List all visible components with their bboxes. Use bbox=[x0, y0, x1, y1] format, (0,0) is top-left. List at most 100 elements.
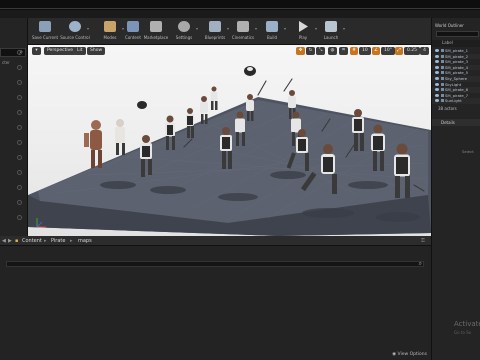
rotation-snap-value[interactable]: 10° bbox=[381, 47, 395, 55]
content-browser: ◀ ▶ ▪ Content ▸ Pirate ▸ maps ⚿ ⌕ ◉ View… bbox=[0, 236, 431, 360]
rotate-mode-icon[interactable]: ↻ bbox=[306, 47, 315, 55]
visibility-icon[interactable] bbox=[435, 60, 439, 64]
show-button[interactable]: Show bbox=[87, 47, 106, 55]
main-toolbar: Save Current Source Control ▾ Modes ▾ Co… bbox=[28, 18, 431, 45]
placeholder-dot-icon bbox=[17, 95, 22, 100]
settings-button[interactable]: Settings ▾ bbox=[169, 20, 199, 44]
play-label: Play bbox=[298, 35, 308, 40]
outliner-column-header: Label bbox=[432, 40, 480, 47]
placeholder-dot-icon bbox=[17, 170, 22, 175]
label-column[interactable]: Label bbox=[442, 40, 453, 45]
static-mesh-icon bbox=[441, 49, 444, 52]
eye-icon: ◉ bbox=[392, 352, 397, 357]
static-mesh-icon bbox=[441, 54, 444, 58]
scene-render bbox=[28, 66, 431, 236]
viewport-options-button[interactable]: ▾ bbox=[32, 47, 41, 55]
marketplace-button[interactable]: Marketplace bbox=[141, 20, 171, 44]
static-mesh-icon bbox=[441, 71, 444, 75]
outliner-search-input[interactable] bbox=[436, 31, 479, 37]
build-icon bbox=[266, 21, 278, 32]
scale-snap-icon[interactable]: ⤢ bbox=[395, 47, 403, 55]
content-browser-path-bar: ◀ ▶ ▪ Content ▸ Pirate ▸ maps ⚿ bbox=[0, 236, 431, 246]
surface-snap-icon[interactable]: ⌗ bbox=[339, 47, 348, 55]
visibility-icon[interactable] bbox=[435, 65, 439, 69]
save-current-label: Save Current bbox=[31, 35, 59, 40]
launch-button[interactable]: Launch ▾ bbox=[316, 20, 346, 44]
lit-button[interactable]: Lit bbox=[74, 47, 86, 55]
chevron-down-icon: ▾ bbox=[86, 26, 89, 31]
placeholder-dot-icon bbox=[17, 185, 22, 190]
level-viewport[interactable]: ▾ Perspective Lit Show ✥ ↻ ⤡ ◍ ⌗ # 10 ∠ … bbox=[28, 45, 431, 236]
static-mesh-icon bbox=[441, 93, 444, 97]
modes-icon bbox=[104, 21, 116, 32]
placeholder-dot-icon bbox=[17, 215, 22, 220]
save-icon bbox=[39, 21, 51, 32]
actors-count: 38 actors bbox=[438, 106, 457, 111]
breadcrumb-content[interactable]: Content bbox=[22, 237, 42, 245]
perspective-button[interactable]: Perspective bbox=[44, 47, 77, 55]
modes-search-input[interactable]: ⌕ bbox=[0, 48, 26, 57]
modes-panel: ⌕ cter bbox=[0, 18, 28, 236]
details-select-hint: Select bbox=[462, 149, 474, 154]
visibility-icon[interactable] bbox=[435, 54, 439, 58]
breadcrumb-pirate[interactable]: Pirate bbox=[51, 237, 65, 245]
details-tab[interactable]: Details bbox=[432, 119, 480, 126]
grid-snap-icon[interactable]: # bbox=[350, 47, 358, 55]
breadcrumb-maps[interactable]: maps bbox=[78, 237, 92, 245]
translate-mode-icon[interactable]: ✥ bbox=[296, 47, 305, 55]
play-button[interactable]: Play ▾ bbox=[288, 20, 318, 44]
grid-snap-value[interactable]: 10 bbox=[359, 47, 371, 55]
blueprints-icon bbox=[209, 21, 221, 32]
activation-watermark-sub: Go to Se bbox=[454, 330, 472, 335]
source-control-icon bbox=[69, 21, 81, 32]
view-options-label: View Options bbox=[397, 352, 427, 357]
visibility-icon[interactable] bbox=[435, 93, 439, 97]
light-icon bbox=[441, 99, 444, 103]
cinematics-icon bbox=[237, 21, 249, 32]
breadcrumb-separator-icon: ▸ bbox=[70, 238, 73, 244]
asset-search-input[interactable]: ⌕ bbox=[6, 260, 424, 267]
placeholder-dot-icon bbox=[17, 155, 22, 160]
outliner-row[interactable]: SunLight bbox=[432, 98, 480, 104]
forward-icon[interactable]: ▶ bbox=[8, 237, 12, 245]
visibility-icon[interactable] bbox=[435, 49, 439, 52]
world-outliner-panel: World Outliner Label SM_pirate_1 SM_pira… bbox=[431, 18, 480, 360]
visibility-icon[interactable] bbox=[435, 71, 439, 75]
build-label: Build bbox=[266, 35, 278, 40]
world-outliner-title: World Outliner bbox=[435, 23, 464, 28]
visibility-icon[interactable] bbox=[435, 99, 439, 103]
chevron-down-icon: ▾ bbox=[195, 26, 198, 31]
launch-label: Launch bbox=[323, 35, 339, 40]
placeholder-dot-icon bbox=[17, 65, 22, 70]
world-local-icon[interactable]: ◍ bbox=[328, 47, 337, 55]
placeholder-dot-icon bbox=[17, 200, 22, 205]
rotation-snap-icon[interactable]: ∠ bbox=[372, 47, 380, 55]
modes-panel-label: cter bbox=[2, 60, 10, 65]
visibility-icon[interactable] bbox=[435, 88, 439, 92]
lock-icon[interactable]: ⚿ bbox=[421, 237, 425, 245]
build-button[interactable]: Build ▾ bbox=[257, 20, 287, 44]
camera-speed-value[interactable]: 4 bbox=[420, 47, 429, 55]
scale-mode-icon[interactable]: ⤡ bbox=[316, 47, 325, 55]
save-current-button[interactable]: Save Current bbox=[30, 20, 60, 44]
static-mesh-icon bbox=[441, 88, 444, 92]
static-mesh-icon bbox=[441, 65, 444, 69]
blueprints-button[interactable]: Blueprints ▾ bbox=[200, 20, 230, 44]
source-control-label: Source Control bbox=[60, 35, 90, 40]
sky-icon bbox=[441, 77, 444, 80]
view-options-button[interactable]: ◉ View Options bbox=[392, 352, 427, 357]
blueprints-label: Blueprints bbox=[204, 35, 226, 40]
chevron-down-icon: ▾ bbox=[342, 26, 345, 31]
breadcrumb-separator-icon: ▸ bbox=[44, 238, 47, 244]
visibility-icon[interactable] bbox=[435, 82, 439, 86]
scale-snap-value[interactable]: 0.25 bbox=[404, 47, 421, 55]
search-icon: ⌕ bbox=[418, 260, 422, 267]
details-tab-label: Details bbox=[441, 120, 455, 125]
source-control-button[interactable]: Source Control ▾ bbox=[60, 20, 90, 44]
visibility-icon[interactable] bbox=[435, 77, 439, 80]
back-icon[interactable]: ◀ bbox=[2, 237, 6, 245]
cinematics-button[interactable]: Cinematics ▾ bbox=[228, 20, 258, 44]
activation-watermark: Activate bbox=[454, 320, 480, 328]
marketplace-icon bbox=[150, 21, 162, 32]
marketplace-label: Marketplace bbox=[143, 35, 169, 40]
